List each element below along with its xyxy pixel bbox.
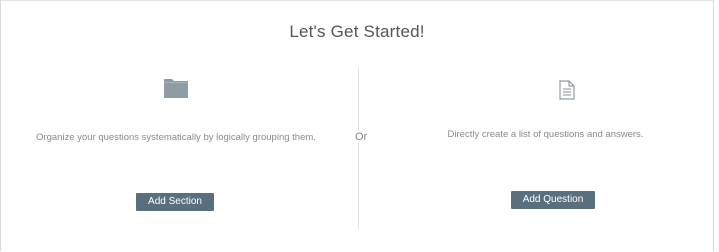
add-section-option: Organize your questions systematically b…	[1, 1, 351, 252]
document-icon	[559, 80, 575, 100]
getting-started-panel: Let's Get Started! Or Organize your ques…	[0, 0, 714, 251]
add-question-option: Directly create a list of questions and …	[376, 1, 715, 252]
add-section-button[interactable]: Add Section	[136, 193, 214, 211]
folder-icon	[164, 78, 188, 98]
add-question-description: Directly create a list of questions and …	[447, 129, 644, 140]
add-section-description: Organize your questions systematically b…	[36, 132, 316, 143]
or-separator: Or	[354, 131, 369, 143]
add-question-button[interactable]: Add Question	[511, 191, 595, 209]
vertical-divider	[358, 67, 359, 230]
